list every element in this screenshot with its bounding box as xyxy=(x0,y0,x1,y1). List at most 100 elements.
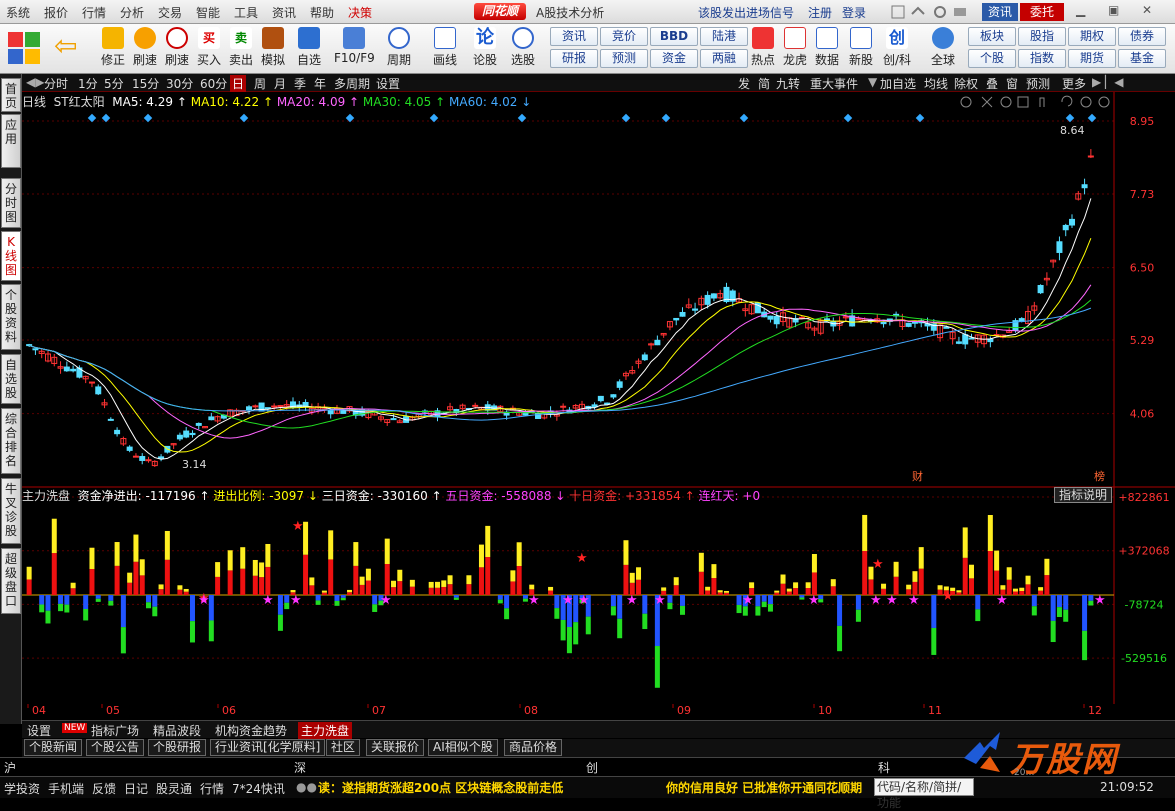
tab-settings[interactable]: 设置 xyxy=(24,722,54,739)
tab-stock-news[interactable]: 个股新闻 xyxy=(24,739,83,756)
tool-ma[interactable]: 均线 xyxy=(924,75,948,92)
indicator-explain-button[interactable]: 指标说明 xyxy=(1054,487,1112,503)
grid-btn-bbd[interactable]: BBD xyxy=(650,27,698,46)
left-tab-kline[interactable]: K线图 xyxy=(1,231,21,281)
toolbar-test[interactable]: 刷速 xyxy=(162,26,192,72)
right-btn-futures[interactable]: 期货 xyxy=(1068,49,1116,68)
grid-btn-report[interactable]: 研报 xyxy=(550,49,598,68)
toolbar-dragon[interactable]: 龙虎 xyxy=(780,26,810,72)
home-grid-icon[interactable] xyxy=(8,32,40,64)
kline-chart[interactable]: 8.643.14财榜 ★★★ ★★★ ★ ★ ★ ★ ★ ★ ★ ★ ★ ★ ★ ★ ★ ★ ★ 8.957.7… xyxy=(22,92,1175,720)
tool-add-watch[interactable]: 加自选 xyxy=(880,75,916,92)
grid-btn-news[interactable]: 资讯 xyxy=(550,27,598,46)
grid-btn-hk[interactable]: 陆港 xyxy=(700,27,748,46)
news-button[interactable]: 资讯 xyxy=(982,3,1018,21)
left-tab-timeline[interactable]: 分时图 xyxy=(1,178,21,228)
status-flash[interactable]: 7*24快讯 xyxy=(232,780,285,797)
index-kc[interactable]: 科 xyxy=(878,759,890,776)
toolbar-pick[interactable]: 选股 xyxy=(508,26,538,72)
tab-institution-trend[interactable]: 机构资金趋势 xyxy=(212,722,290,739)
menu-smart[interactable]: 智能 xyxy=(196,4,220,21)
entrust-button[interactable]: 委托 xyxy=(1020,3,1064,21)
toolbar-data[interactable]: 数据 xyxy=(812,26,842,72)
toolbar-sim[interactable]: 模拟 xyxy=(258,26,288,72)
toolbar-fix[interactable]: 修正 xyxy=(98,26,128,72)
chat-icon[interactable]: ●● xyxy=(296,780,317,794)
status-learn[interactable]: 学投资 xyxy=(4,780,40,797)
tab-commodity[interactable]: 商品价格 xyxy=(504,739,563,756)
toolbar-draw[interactable]: 画线 xyxy=(430,26,460,72)
status-feedback[interactable]: 反馈 xyxy=(92,780,116,797)
tab-announcements[interactable]: 个股公告 xyxy=(86,739,145,756)
tool-more[interactable]: 更多 xyxy=(1062,75,1086,92)
tab-ai-similar[interactable]: AI相似个股 xyxy=(428,739,498,756)
menu-system[interactable]: 系统 xyxy=(6,4,30,21)
period-day[interactable]: 日 xyxy=(230,75,247,92)
index-sz[interactable]: 深 xyxy=(294,759,306,776)
left-tab-profile[interactable]: 个股资料 xyxy=(1,284,21,350)
left-tab-apps[interactable]: 应用 xyxy=(1,114,21,168)
toolbar-hot[interactable]: 热点 xyxy=(748,26,778,72)
right-btn-options[interactable]: 期权 xyxy=(1068,27,1116,46)
toolbar-discuss[interactable]: 论论股 xyxy=(470,26,500,72)
tab-research[interactable]: 个股研报 xyxy=(148,739,207,756)
grid-btn-forecast[interactable]: 预测 xyxy=(600,49,648,68)
login-link[interactable]: 登录 xyxy=(842,4,866,21)
toolbar-period[interactable]: 周期 xyxy=(384,26,414,72)
tab-indicator-square[interactable]: 指标广场 xyxy=(88,722,142,739)
status-lingtong[interactable]: 股灵通 xyxy=(156,780,192,797)
window-icons[interactable] xyxy=(890,4,986,20)
news-ticker[interactable]: 读：遂指期货涨超200点 区块链概念股前走低 xyxy=(318,779,563,796)
tool-fa[interactable]: 发 xyxy=(738,75,750,92)
period-month[interactable]: 月 xyxy=(274,75,286,92)
tab-related-quotes[interactable]: 关联报价 xyxy=(366,739,425,756)
index-sh[interactable]: 沪 xyxy=(4,759,16,776)
menu-help[interactable]: 帮助 xyxy=(310,4,334,21)
nav-arrows-icon[interactable]: ▶ ▏◀ xyxy=(1092,75,1124,89)
toolbar-speed[interactable]: 刷速 xyxy=(130,26,160,72)
right-btn-bonds[interactable]: 债券 xyxy=(1118,27,1166,46)
tab-community[interactable]: 社区 xyxy=(326,739,361,756)
promo-ticker[interactable]: 你的信用良好 已批准你开通同花顺期 xyxy=(666,779,862,796)
left-tab-diagnosis[interactable]: 牛叉诊股 xyxy=(1,478,21,544)
right-btn-index[interactable]: 指数 xyxy=(1018,49,1066,68)
tool-forecast[interactable]: 预测 xyxy=(1026,75,1050,92)
tab-main-wash[interactable]: 主力洗盘 xyxy=(298,722,353,739)
back-arrow-icon[interactable]: ⇦ xyxy=(54,32,82,62)
tab-swing[interactable]: 精品波段 xyxy=(150,722,204,739)
left-tab-ranking[interactable]: 综合排名 xyxy=(1,408,21,474)
menu-tools[interactable]: 工具 xyxy=(234,4,258,21)
register-link[interactable]: 注册 xyxy=(808,4,832,21)
menu-news[interactable]: 资讯 xyxy=(272,4,296,21)
right-btn-stocks[interactable]: 个股 xyxy=(968,49,1016,68)
period-week[interactable]: 周 xyxy=(254,75,266,92)
tool-window[interactable]: 窗 xyxy=(1006,75,1018,92)
chart-tools[interactable] xyxy=(958,94,1112,110)
tool-nine[interactable]: 九转 xyxy=(776,75,800,92)
menu-quote[interactable]: 报价 xyxy=(44,4,68,21)
menu-analysis[interactable]: 分析 xyxy=(120,4,144,21)
signal-link[interactable]: 该股发出进场信号 xyxy=(698,4,794,21)
toolbar-watchlist[interactable]: 自选 xyxy=(294,26,324,72)
search-input[interactable]: 代码/名称/简拼/功能 xyxy=(874,778,974,810)
menu-trade[interactable]: 交易 xyxy=(158,4,182,21)
window-controls[interactable]: ▁ ▣ ✕ xyxy=(1070,3,1170,19)
toolbar-star-market[interactable]: 创创/科 xyxy=(882,26,912,72)
grid-btn-margin[interactable]: 两融 xyxy=(700,49,748,68)
period-year[interactable]: 年 xyxy=(314,75,326,92)
tab-industry-news[interactable]: 行业资讯[化学原料] xyxy=(210,739,326,756)
left-tab-home[interactable]: 首页 xyxy=(1,78,21,112)
period-1m[interactable]: 1分 xyxy=(78,75,98,92)
status-market[interactable]: 行情 xyxy=(200,780,224,797)
grid-btn-fund[interactable]: 资金 xyxy=(650,49,698,68)
period-60m[interactable]: 60分 xyxy=(200,75,227,92)
left-tab-depth[interactable]: 超级盘口 xyxy=(1,548,21,614)
period-quarter[interactable]: 季 xyxy=(294,75,306,92)
toolbar-sell[interactable]: 卖卖出 xyxy=(226,26,256,72)
toolbar-f10[interactable]: F10/F9 xyxy=(334,26,375,72)
status-mobile[interactable]: 手机端 xyxy=(48,780,84,797)
menu-market[interactable]: 行情 xyxy=(82,4,106,21)
period-5m[interactable]: 5分 xyxy=(104,75,124,92)
status-diary[interactable]: 日记 xyxy=(124,780,148,797)
tool-overlay[interactable]: 叠 xyxy=(986,75,998,92)
